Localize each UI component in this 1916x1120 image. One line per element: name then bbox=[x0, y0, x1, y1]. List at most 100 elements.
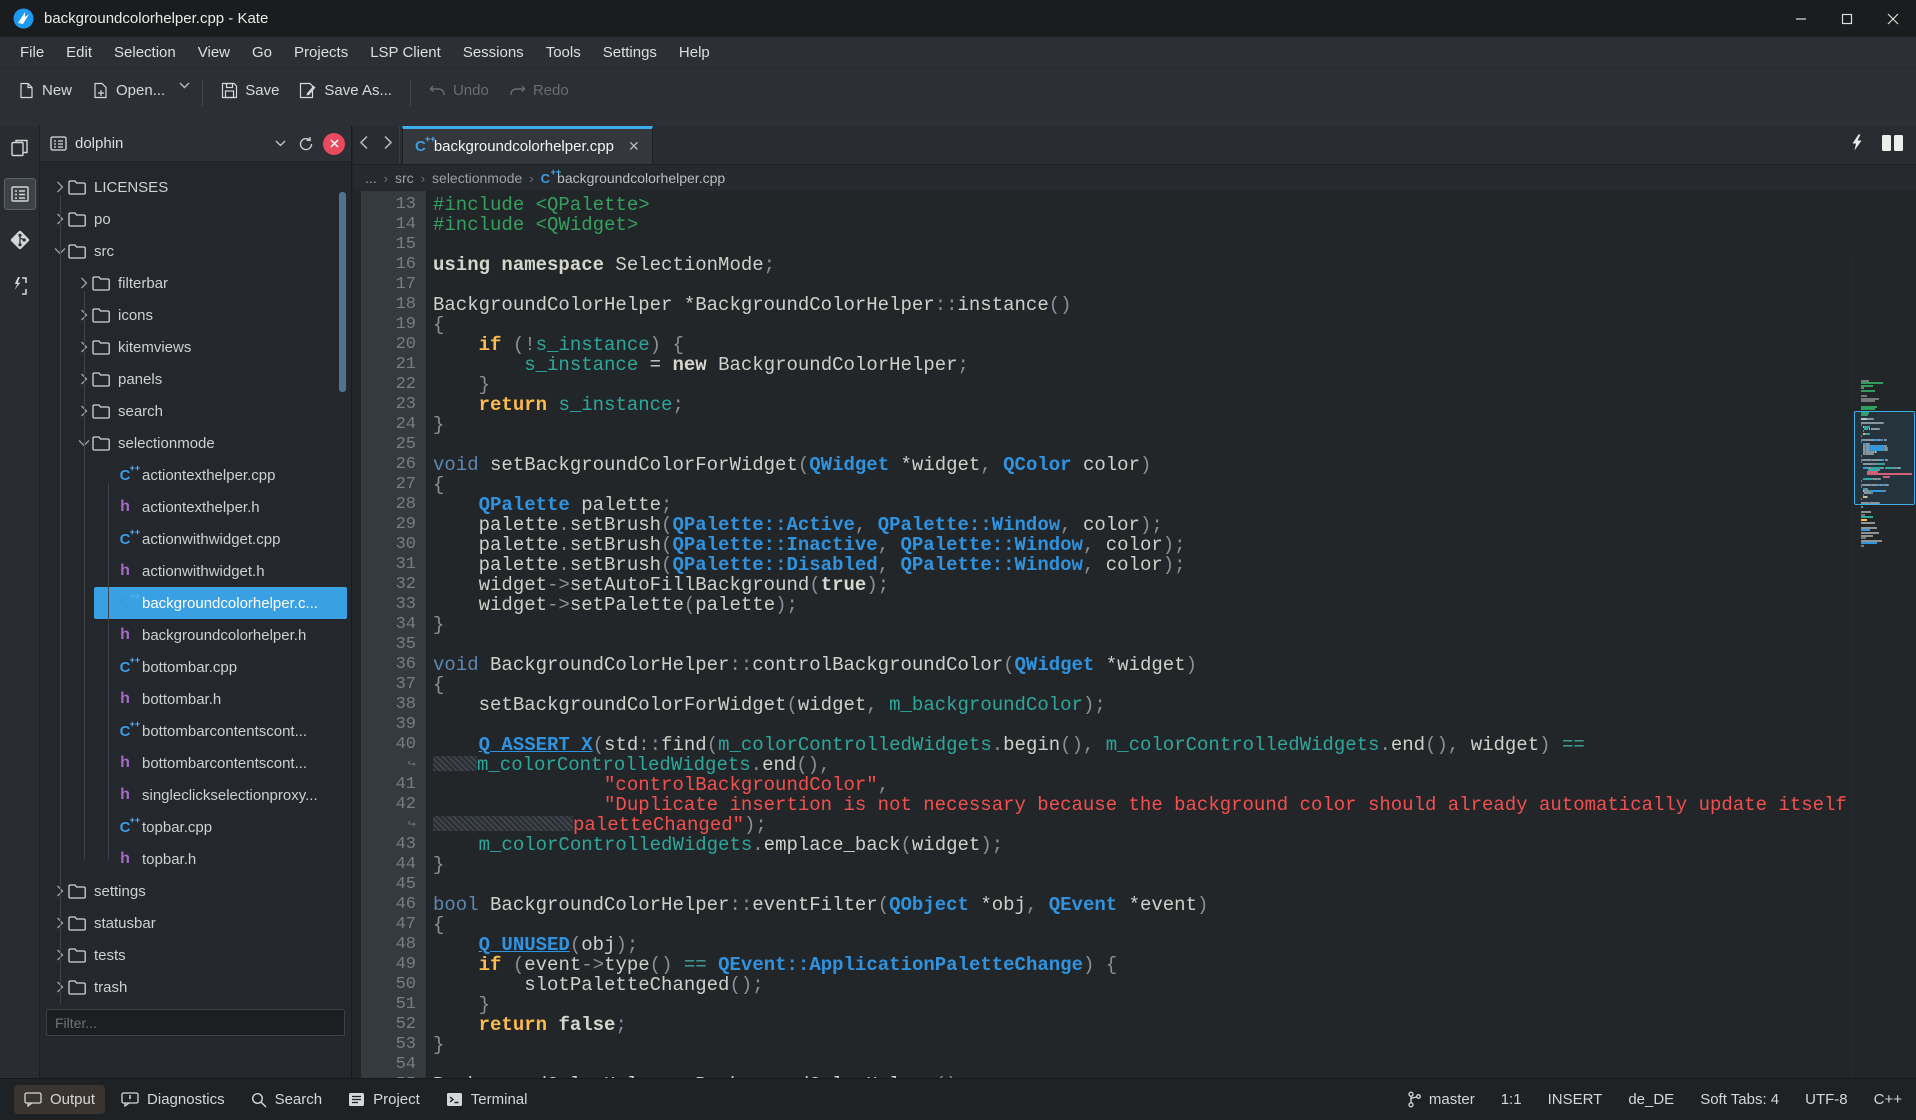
toolview-button-diagnostics[interactable]: Diagnostics bbox=[111, 1085, 235, 1114]
tree-row-icons[interactable]: icons bbox=[40, 299, 351, 331]
menu-sessions[interactable]: Sessions bbox=[453, 40, 534, 65]
tree-row-search[interactable]: search bbox=[40, 395, 351, 427]
tree-row-topbar.cpp[interactable]: C++topbar.cpp bbox=[40, 811, 351, 843]
tree-row-trash[interactable]: trash bbox=[40, 971, 351, 1003]
tree-row-filterbar[interactable]: filterbar bbox=[40, 267, 351, 299]
project-dropdown-chevron[interactable] bbox=[267, 131, 293, 157]
menu-go[interactable]: Go bbox=[242, 40, 282, 65]
menu-edit[interactable]: Edit bbox=[56, 40, 102, 65]
menu-settings[interactable]: Settings bbox=[593, 40, 667, 65]
split-view-button[interactable] bbox=[1881, 134, 1904, 157]
sidebar-tool-documents[interactable] bbox=[4, 132, 36, 164]
code-text[interactable]: #include <QPalette>#include <QWidget>usi… bbox=[428, 191, 1916, 1078]
editor-area: C++ backgroundcolorhelper.cpp ✕ ...›src›… bbox=[353, 126, 1916, 1078]
tree-row-actionwithwidget.h[interactable]: hactionwithwidget.h bbox=[40, 555, 351, 587]
new-button[interactable]: New bbox=[8, 76, 82, 105]
tree-row-src[interactable]: src bbox=[40, 235, 351, 267]
code-line: widget->setAutoFillBackground(true); bbox=[433, 575, 889, 595]
sidebar-tool-git[interactable] bbox=[4, 224, 36, 256]
titlebar: backgroundcolorhelper.cpp - Kate bbox=[0, 0, 1916, 37]
save-button[interactable]: Save bbox=[211, 76, 289, 105]
tree-row-kitemviews[interactable]: kitemviews bbox=[40, 331, 351, 363]
redo-button[interactable]: Redo bbox=[499, 76, 579, 105]
tree-row-bottombar.h[interactable]: hbottombar.h bbox=[40, 683, 351, 715]
project-reload-button[interactable] bbox=[293, 131, 319, 157]
minimap-line bbox=[1861, 529, 1870, 531]
menu-help[interactable]: Help bbox=[669, 40, 720, 65]
sidebar-tool-lsp-client[interactable] bbox=[4, 270, 36, 302]
code-line: m_colorControlledWidgets.emplace_back(wi… bbox=[433, 835, 1003, 855]
project-panel-close-button[interactable] bbox=[323, 133, 345, 155]
tree-row-panels[interactable]: panels bbox=[40, 363, 351, 395]
quick-open-bolt-button[interactable] bbox=[1851, 134, 1863, 156]
breadcrumb-item[interactable]: selectionmode bbox=[432, 170, 522, 186]
menu-projects[interactable]: Projects bbox=[284, 40, 358, 65]
breadcrumb-item[interactable]: src bbox=[395, 170, 414, 186]
code-view[interactable]: 1314151617181920212223242526272829303132… bbox=[353, 191, 1916, 1078]
code-line: } bbox=[433, 415, 444, 435]
tree-scrollbar[interactable] bbox=[339, 192, 346, 392]
dictionary[interactable]: de_DE bbox=[1628, 1091, 1674, 1108]
project-selector[interactable]: dolphin bbox=[75, 135, 267, 152]
history-back-button[interactable] bbox=[359, 135, 369, 155]
git-branch-indicator[interactable]: master bbox=[1407, 1091, 1475, 1108]
tree-row-bottombar.cpp[interactable]: C++bottombar.cpp bbox=[40, 651, 351, 683]
toolview-button-search[interactable]: Search bbox=[241, 1085, 333, 1114]
tree-row-tests[interactable]: tests bbox=[40, 939, 351, 971]
tab-mode[interactable]: Soft Tabs: 4 bbox=[1700, 1091, 1779, 1108]
open-dropdown-button[interactable] bbox=[175, 76, 194, 95]
tree-row-statusbar[interactable]: statusbar bbox=[40, 907, 351, 939]
menu-lsp-client[interactable]: LSP Client bbox=[360, 40, 451, 65]
input-mode[interactable]: INSERT bbox=[1548, 1091, 1603, 1108]
tree-item-label: actionwithwidget.h bbox=[142, 563, 265, 580]
toolview-button-project[interactable]: Project bbox=[338, 1085, 430, 1114]
menu-view[interactable]: View bbox=[188, 40, 240, 65]
tree-row-backgroundcolorhelper.c[interactable]: C++backgroundcolorhelper.c... bbox=[40, 587, 351, 619]
project-filter-input[interactable]: Filter... bbox=[46, 1009, 345, 1036]
close-button[interactable] bbox=[1870, 0, 1916, 37]
sidebar-tool-projects[interactable] bbox=[4, 178, 36, 210]
breadcrumb-file[interactable]: backgroundcolorhelper.cpp bbox=[557, 170, 725, 186]
window-title: backgroundcolorhelper.cpp - Kate bbox=[44, 10, 268, 27]
highlight-language[interactable]: C++ bbox=[1874, 1091, 1902, 1108]
menu-tools[interactable]: Tools bbox=[536, 40, 591, 65]
tree-row-bottombarcontentscont[interactable]: C++bottombarcontentscont... bbox=[40, 715, 351, 747]
maximize-button[interactable] bbox=[1824, 0, 1870, 37]
tree-row-settings[interactable]: settings bbox=[40, 875, 351, 907]
tree-row-po[interactable]: po bbox=[40, 203, 351, 235]
project-list-icon bbox=[10, 184, 30, 204]
tree-row-userfeedback[interactable]: userfeedback bbox=[40, 1003, 351, 1004]
toolview-button-output[interactable]: Output bbox=[14, 1085, 105, 1114]
cpp-file-icon: C++ bbox=[116, 467, 134, 483]
save-as-button[interactable]: Save As... bbox=[289, 76, 402, 105]
tree-item-label: src bbox=[94, 243, 114, 260]
close-icon bbox=[330, 139, 339, 148]
encoding[interactable]: UTF-8 bbox=[1805, 1091, 1848, 1108]
chevron-right-icon[interactable] bbox=[76, 275, 92, 291]
breadcrumb-separator: › bbox=[421, 171, 425, 186]
tree-row-topbar.h[interactable]: htopbar.h bbox=[40, 843, 351, 875]
open-button[interactable]: Open... bbox=[82, 76, 175, 105]
toolview-button-terminal[interactable]: Terminal bbox=[436, 1085, 538, 1114]
tree-row-actionwithwidget.cpp[interactable]: C++actionwithwidget.cpp bbox=[40, 523, 351, 555]
folder-icon bbox=[92, 435, 110, 451]
breadcrumb-ellipsis[interactable]: ... bbox=[365, 170, 377, 186]
menu-selection[interactable]: Selection bbox=[104, 40, 186, 65]
tree-row-actiontexthelper.h[interactable]: hactiontexthelper.h bbox=[40, 491, 351, 523]
cursor-position[interactable]: 1:1 bbox=[1501, 1091, 1522, 1108]
tree-row-actiontexthelper.cpp[interactable]: C++actiontexthelper.cpp bbox=[40, 459, 351, 491]
scrollbar-minimap[interactable] bbox=[1852, 256, 1916, 1078]
minimize-button[interactable] bbox=[1778, 0, 1824, 37]
history-forward-button[interactable] bbox=[383, 135, 393, 155]
tree-row-singleclickselectionproxy[interactable]: hsingleclickselectionproxy... bbox=[40, 779, 351, 811]
tree-row-bottombarcontentscont[interactable]: hbottombarcontentscont... bbox=[40, 747, 351, 779]
undo-button[interactable]: Undo bbox=[419, 76, 499, 105]
tab-close-icon[interactable]: ✕ bbox=[628, 138, 640, 155]
chevron-right-icon[interactable] bbox=[52, 179, 68, 195]
tree-row-LICENSES[interactable]: LICENSES bbox=[40, 171, 351, 203]
menu-file[interactable]: File bbox=[10, 40, 54, 65]
tree-row-backgroundcolorhelper.h[interactable]: hbackgroundcolorhelper.h bbox=[40, 619, 351, 651]
tree-row-selectionmode[interactable]: selectionmode bbox=[40, 427, 351, 459]
tab-backgroundcolorhelper[interactable]: C++ backgroundcolorhelper.cpp ✕ bbox=[402, 126, 653, 164]
minimap-viewport[interactable] bbox=[1854, 411, 1915, 505]
